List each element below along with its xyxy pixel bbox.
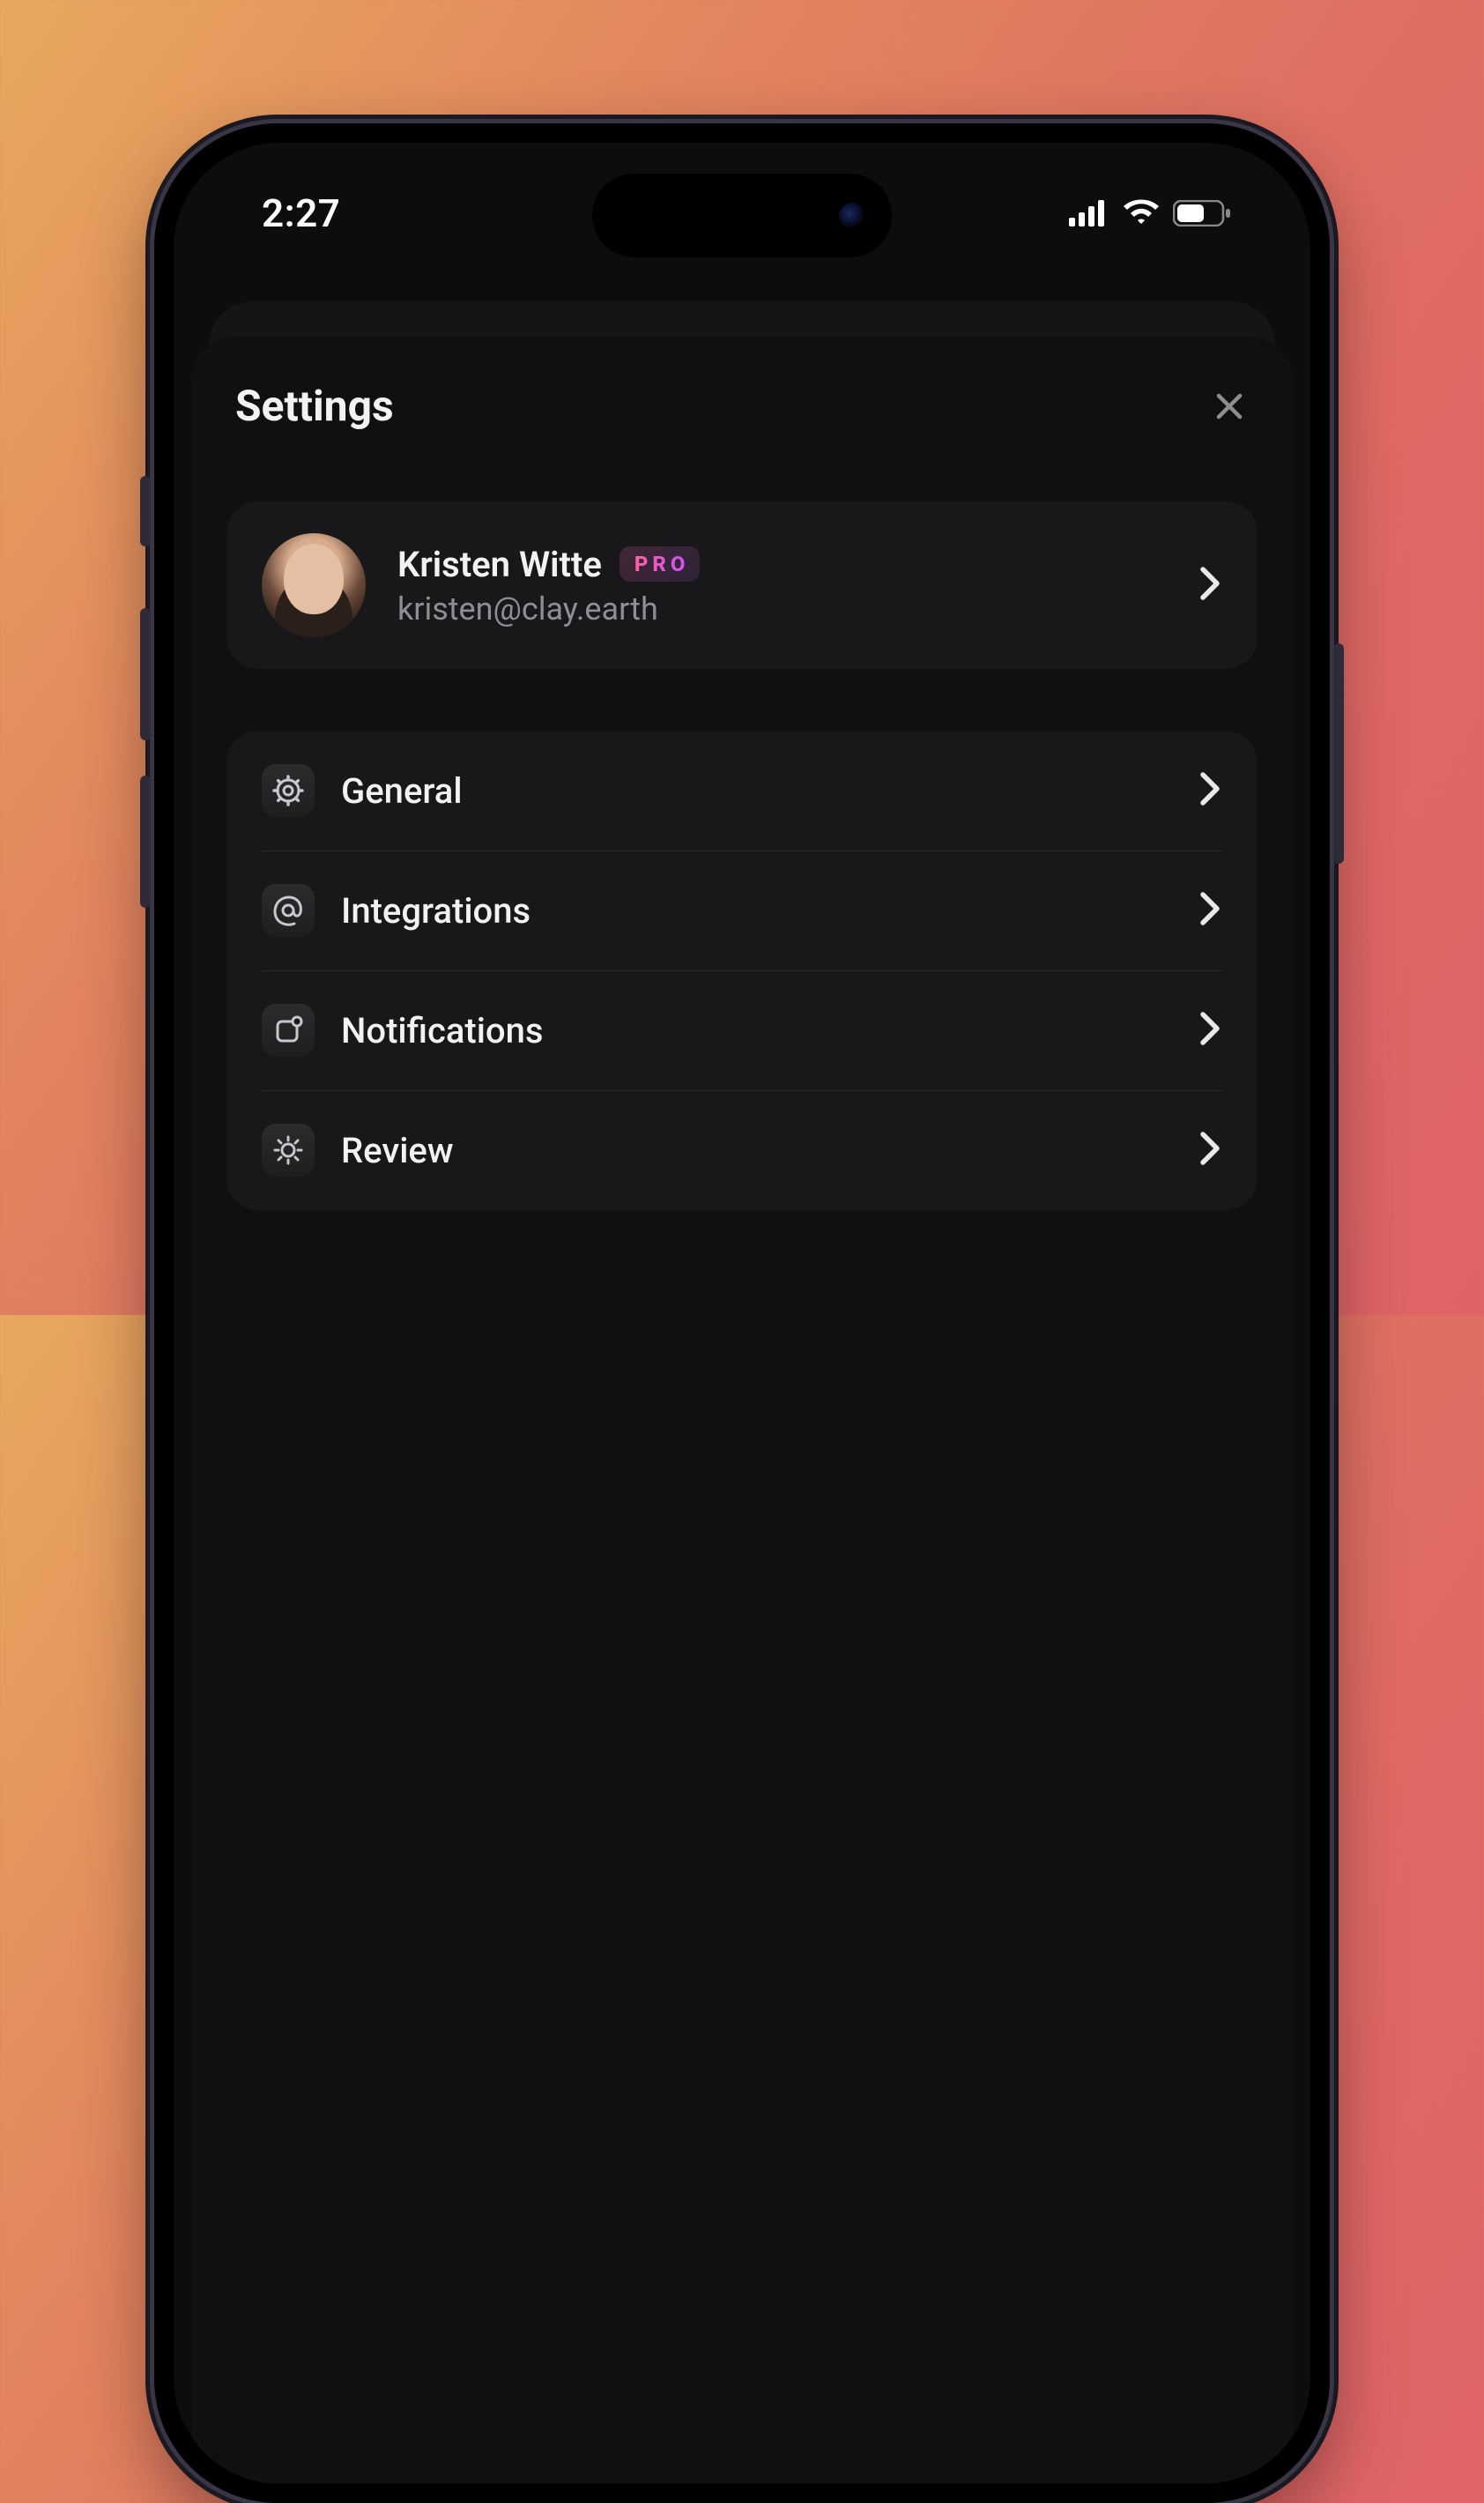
profile-row[interactable]: Kristen Witte PRO kristen@clay.earth bbox=[226, 501, 1258, 669]
chevron-right-icon bbox=[1198, 1009, 1222, 1051]
wifi-icon bbox=[1122, 199, 1161, 227]
front-camera bbox=[839, 203, 865, 229]
chevron-right-icon bbox=[1198, 1129, 1222, 1171]
settings-row-notifications[interactable]: Notifications bbox=[226, 970, 1258, 1090]
sun-icon bbox=[262, 1124, 315, 1177]
settings-sheet: Settings Kristen Witte PRO kristen@clay.… bbox=[191, 337, 1293, 2484]
status-time: 2:27 bbox=[262, 190, 340, 236]
chevron-right-icon bbox=[1198, 769, 1222, 812]
settings-row-review[interactable]: Review bbox=[226, 1090, 1258, 1210]
status-icons bbox=[1069, 199, 1231, 227]
gear-icon bbox=[262, 764, 315, 817]
dynamic-island bbox=[592, 174, 892, 257]
row-label: Integrations bbox=[341, 890, 1171, 932]
settings-row-general[interactable]: General bbox=[226, 731, 1258, 850]
phone-screen: 2:27 bbox=[174, 143, 1310, 2484]
row-label: General bbox=[341, 770, 1171, 812]
settings-row-integrations[interactable]: Integrations bbox=[226, 850, 1258, 970]
profile-name: Kristen Witte bbox=[397, 544, 602, 585]
profile-text: Kristen Witte PRO kristen@clay.earth bbox=[397, 544, 1166, 628]
chevron-right-icon bbox=[1198, 889, 1222, 932]
close-button[interactable] bbox=[1210, 387, 1249, 426]
settings-list: General Integrations bbox=[226, 731, 1258, 1210]
row-label: Notifications bbox=[341, 1010, 1171, 1051]
cellular-icon bbox=[1069, 200, 1109, 227]
phone-power-button bbox=[1333, 643, 1344, 864]
avatar bbox=[262, 533, 366, 637]
row-label: Review bbox=[341, 1130, 1171, 1171]
notifications-icon bbox=[262, 1004, 315, 1057]
pro-badge: PRO bbox=[620, 546, 701, 582]
page-title: Settings bbox=[235, 381, 394, 431]
at-sign-icon bbox=[262, 884, 315, 937]
phone-volume-down bbox=[140, 776, 151, 908]
chevron-right-icon bbox=[1198, 564, 1222, 606]
sheet-header: Settings bbox=[226, 381, 1258, 431]
battery-icon bbox=[1173, 200, 1231, 227]
profile-email: kristen@clay.earth bbox=[397, 590, 1166, 628]
phone-side-button bbox=[140, 476, 151, 546]
phone-frame: 2:27 bbox=[154, 123, 1330, 2503]
close-icon bbox=[1212, 389, 1247, 424]
phone-volume-up bbox=[140, 608, 151, 740]
